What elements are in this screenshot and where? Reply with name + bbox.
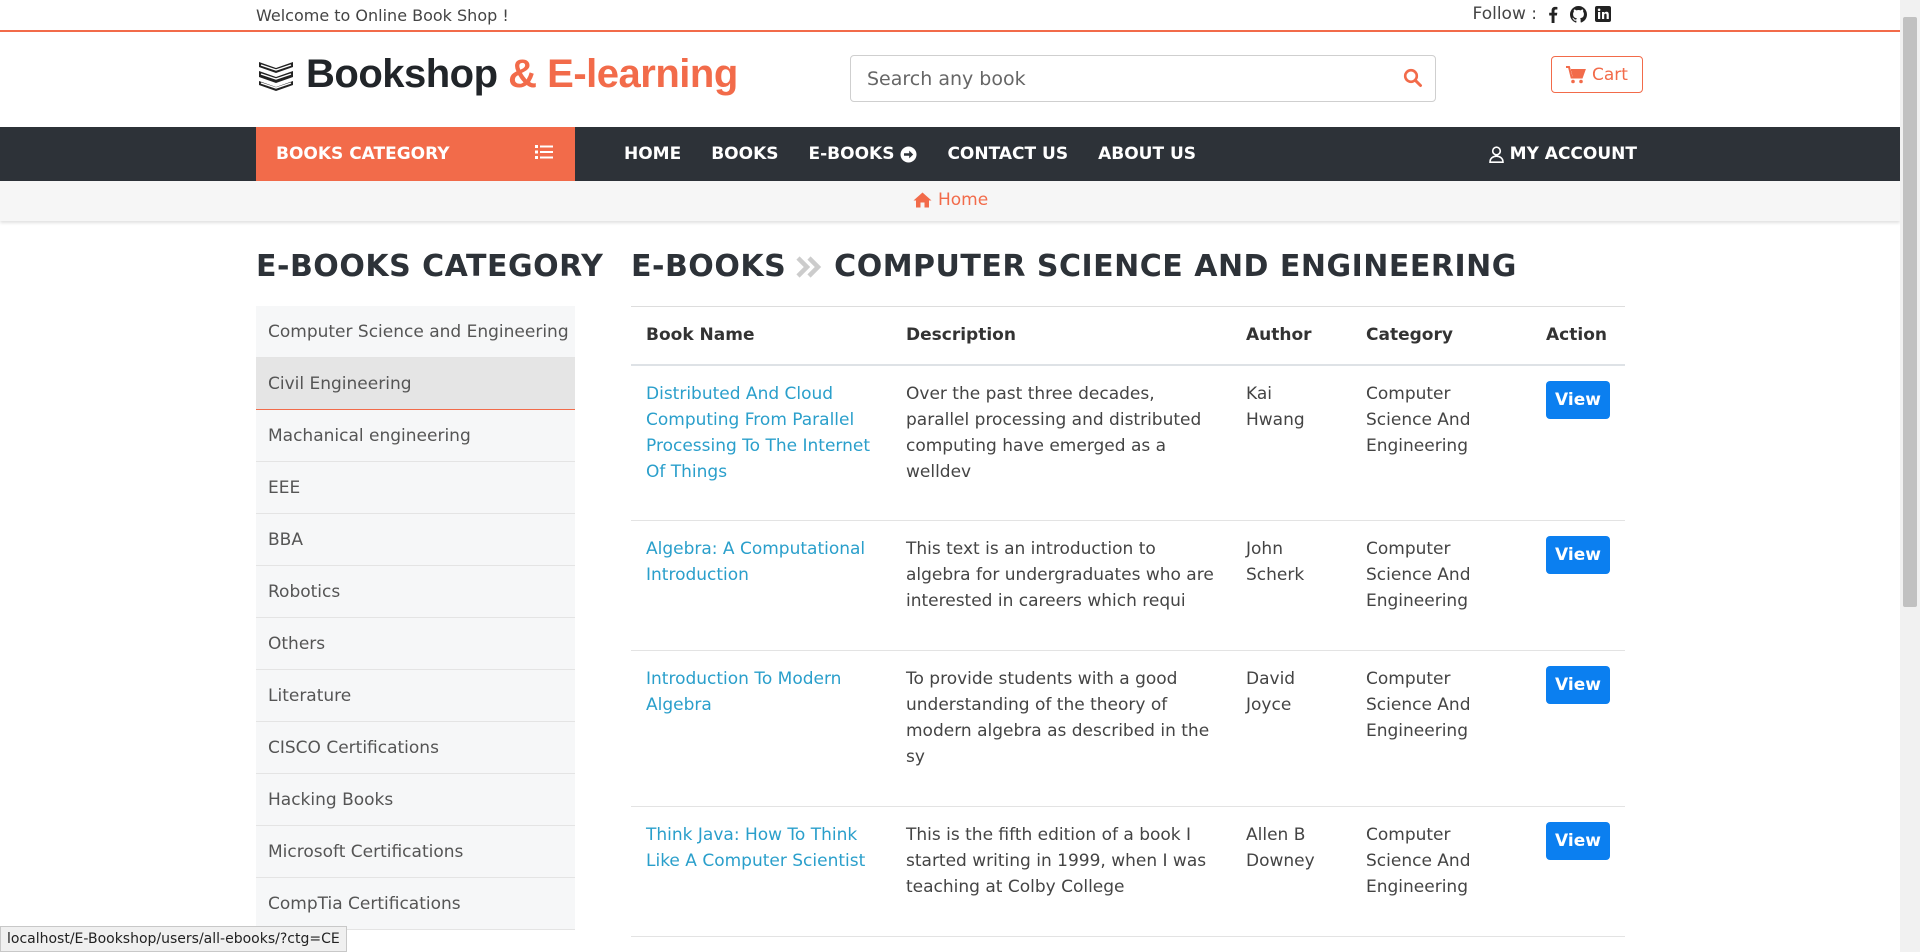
- column-header-book-name: Book Name: [631, 306, 891, 366]
- cart-button[interactable]: Cart: [1551, 56, 1643, 93]
- book-name-link[interactable]: Distributed And Cloud Computing From Par…: [631, 364, 891, 521]
- view-button[interactable]: View: [1546, 536, 1610, 574]
- books-stack-icon: [256, 57, 296, 93]
- nav-ebooks-label: E-BOOKS: [808, 144, 895, 164]
- sidebar-item-computer-science[interactable]: Computer Science and Engineering: [256, 306, 575, 358]
- table-row: Algebra: A Computational Introduction Th…: [631, 520, 1625, 651]
- nav-about-us[interactable]: ABOUT US: [1098, 144, 1196, 164]
- table-row: Think Java: How To Think Like A Computer…: [631, 806, 1625, 937]
- search-box: [850, 55, 1436, 102]
- book-description: Over the past three decades, parallel pr…: [891, 364, 1231, 521]
- book-author: Allen B Downey: [1231, 806, 1351, 937]
- logo-text-main: Bookshop: [306, 52, 498, 96]
- view-button[interactable]: View: [1546, 822, 1610, 860]
- nav-links: HOME BOOKS E-BOOKS CONTACT US ABOUT US: [624, 127, 1196, 181]
- breadcrumb-home-link[interactable]: Home: [913, 190, 988, 210]
- nav-ebooks[interactable]: E-BOOKS: [809, 144, 918, 164]
- view-button[interactable]: View: [1546, 380, 1610, 419]
- top-bar: Welcome to Online Book Shop ! Follow :: [0, 0, 1900, 32]
- book-category: Computer Science And Engineering: [1351, 520, 1531, 651]
- column-header-action: Action: [1531, 306, 1625, 366]
- search-icon[interactable]: [1403, 68, 1425, 90]
- scrollbar-thumb[interactable]: [1903, 17, 1917, 607]
- status-bar-url: localhost/E-Bookshop/users/all-ebooks/?c…: [0, 926, 347, 952]
- nav-home[interactable]: HOME: [624, 144, 681, 164]
- sidebar-item-cisco-certifications[interactable]: CISCO Certifications: [256, 722, 575, 774]
- sidebar-item-eee[interactable]: EEE: [256, 462, 575, 514]
- book-category: Computer Science And Engineering: [1351, 364, 1531, 521]
- facebook-icon[interactable]: [1544, 5, 1562, 23]
- logo-text: Bookshop & E-learning: [306, 52, 738, 97]
- book-description: This text is an introduction to algebra …: [891, 520, 1231, 651]
- book-author: David Joyce: [1231, 650, 1351, 807]
- user-icon: [1488, 145, 1504, 163]
- sidebar-item-mechanical-engineering[interactable]: Machanical engineering: [256, 410, 575, 462]
- search-input[interactable]: [865, 56, 1385, 101]
- sidebar-item-hacking-books[interactable]: Hacking Books: [256, 774, 575, 826]
- book-action-cell: View: [1531, 650, 1625, 807]
- my-account-link[interactable]: MY ACCOUNT: [1488, 127, 1637, 181]
- books-category-button[interactable]: BOOKS CATEGORY: [256, 127, 575, 181]
- follow-label: Follow :: [1472, 4, 1537, 24]
- shopping-cart-icon: [1566, 65, 1586, 84]
- arrow-circle-right-icon: [900, 146, 917, 163]
- logo-text-accent: & E-learning: [497, 52, 738, 96]
- book-name-link[interactable]: Introduction To Modern Algebra: [631, 650, 891, 807]
- page-title: E-BOOKS COMPUTER SCIENCE AND ENGINEERING: [631, 249, 1517, 284]
- sidebar-item-others[interactable]: Others: [256, 618, 575, 670]
- github-icon[interactable]: [1569, 5, 1587, 23]
- column-header-author: Author: [1231, 306, 1351, 366]
- nav-books[interactable]: BOOKS: [711, 144, 778, 164]
- table-header-row: Book Name Description Author Category Ac…: [631, 306, 1625, 366]
- column-header-category: Category: [1351, 306, 1531, 366]
- breadcrumb: Home: [0, 181, 1900, 221]
- double-chevron-right-icon: [796, 255, 824, 278]
- follow-links: Follow :: [1473, 4, 1612, 24]
- table-row: Distributed And Cloud Computing From Par…: [631, 364, 1625, 521]
- book-author: John Scherk: [1231, 520, 1351, 651]
- book-action-cell: View: [1531, 520, 1625, 651]
- sidebar-item-bba[interactable]: BBA: [256, 514, 575, 566]
- book-name-link[interactable]: Algebra: A Computational Introduction: [631, 520, 891, 651]
- cart-label: Cart: [1592, 64, 1628, 85]
- nav-contact-us[interactable]: CONTACT US: [947, 144, 1068, 164]
- page-title-section: E-BOOKS: [631, 249, 787, 284]
- my-account-label: MY ACCOUNT: [1509, 144, 1637, 164]
- view-button[interactable]: View: [1546, 666, 1610, 704]
- breadcrumb-home-label: Home: [938, 190, 989, 210]
- page-title-category: COMPUTER SCIENCE AND ENGINEERING: [834, 249, 1517, 284]
- book-category: Computer Science And Engineering: [1351, 650, 1531, 807]
- list-icon: [535, 144, 553, 160]
- welcome-text: Welcome to Online Book Shop !: [256, 6, 509, 25]
- main-navbar: BOOKS CATEGORY HOME BOOKS E-BOOKS CONTAC…: [0, 127, 1900, 181]
- book-name-link[interactable]: Think Java: How To Think Like A Computer…: [631, 806, 891, 937]
- home-icon: [913, 192, 932, 208]
- ebooks-table: Book Name Description Author Category Ac…: [631, 306, 1625, 937]
- linkedin-icon[interactable]: [1594, 5, 1612, 23]
- table-row: Introduction To Modern Algebra To provid…: [631, 650, 1625, 807]
- books-category-label: BOOKS CATEGORY: [276, 144, 450, 164]
- page-scrollbar[interactable]: [1900, 0, 1920, 952]
- site-logo[interactable]: Bookshop & E-learning: [256, 52, 738, 97]
- sidebar-item-literature[interactable]: Literature: [256, 670, 575, 722]
- sidebar-item-comptia-certifications[interactable]: CompTia Certifications: [256, 878, 575, 930]
- column-header-description: Description: [891, 306, 1231, 366]
- book-description: To provide students with a good understa…: [891, 650, 1231, 807]
- sidebar-title: E-BOOKS CATEGORY: [256, 249, 604, 284]
- book-action-cell: View: [1531, 364, 1625, 521]
- sidebar-item-civil-engineering[interactable]: Civil Engineering: [256, 358, 575, 410]
- book-description: This is the fifth edition of a book I st…: [891, 806, 1231, 937]
- sidebar-item-microsoft-certifications[interactable]: Microsoft Certifications: [256, 826, 575, 878]
- ebook-category-list: Computer Science and Engineering Civil E…: [256, 306, 575, 930]
- book-action-cell: View: [1531, 806, 1625, 937]
- book-category: Computer Science And Engineering: [1351, 806, 1531, 937]
- book-author: Kai Hwang: [1231, 364, 1351, 521]
- sidebar-item-robotics[interactable]: Robotics: [256, 566, 575, 618]
